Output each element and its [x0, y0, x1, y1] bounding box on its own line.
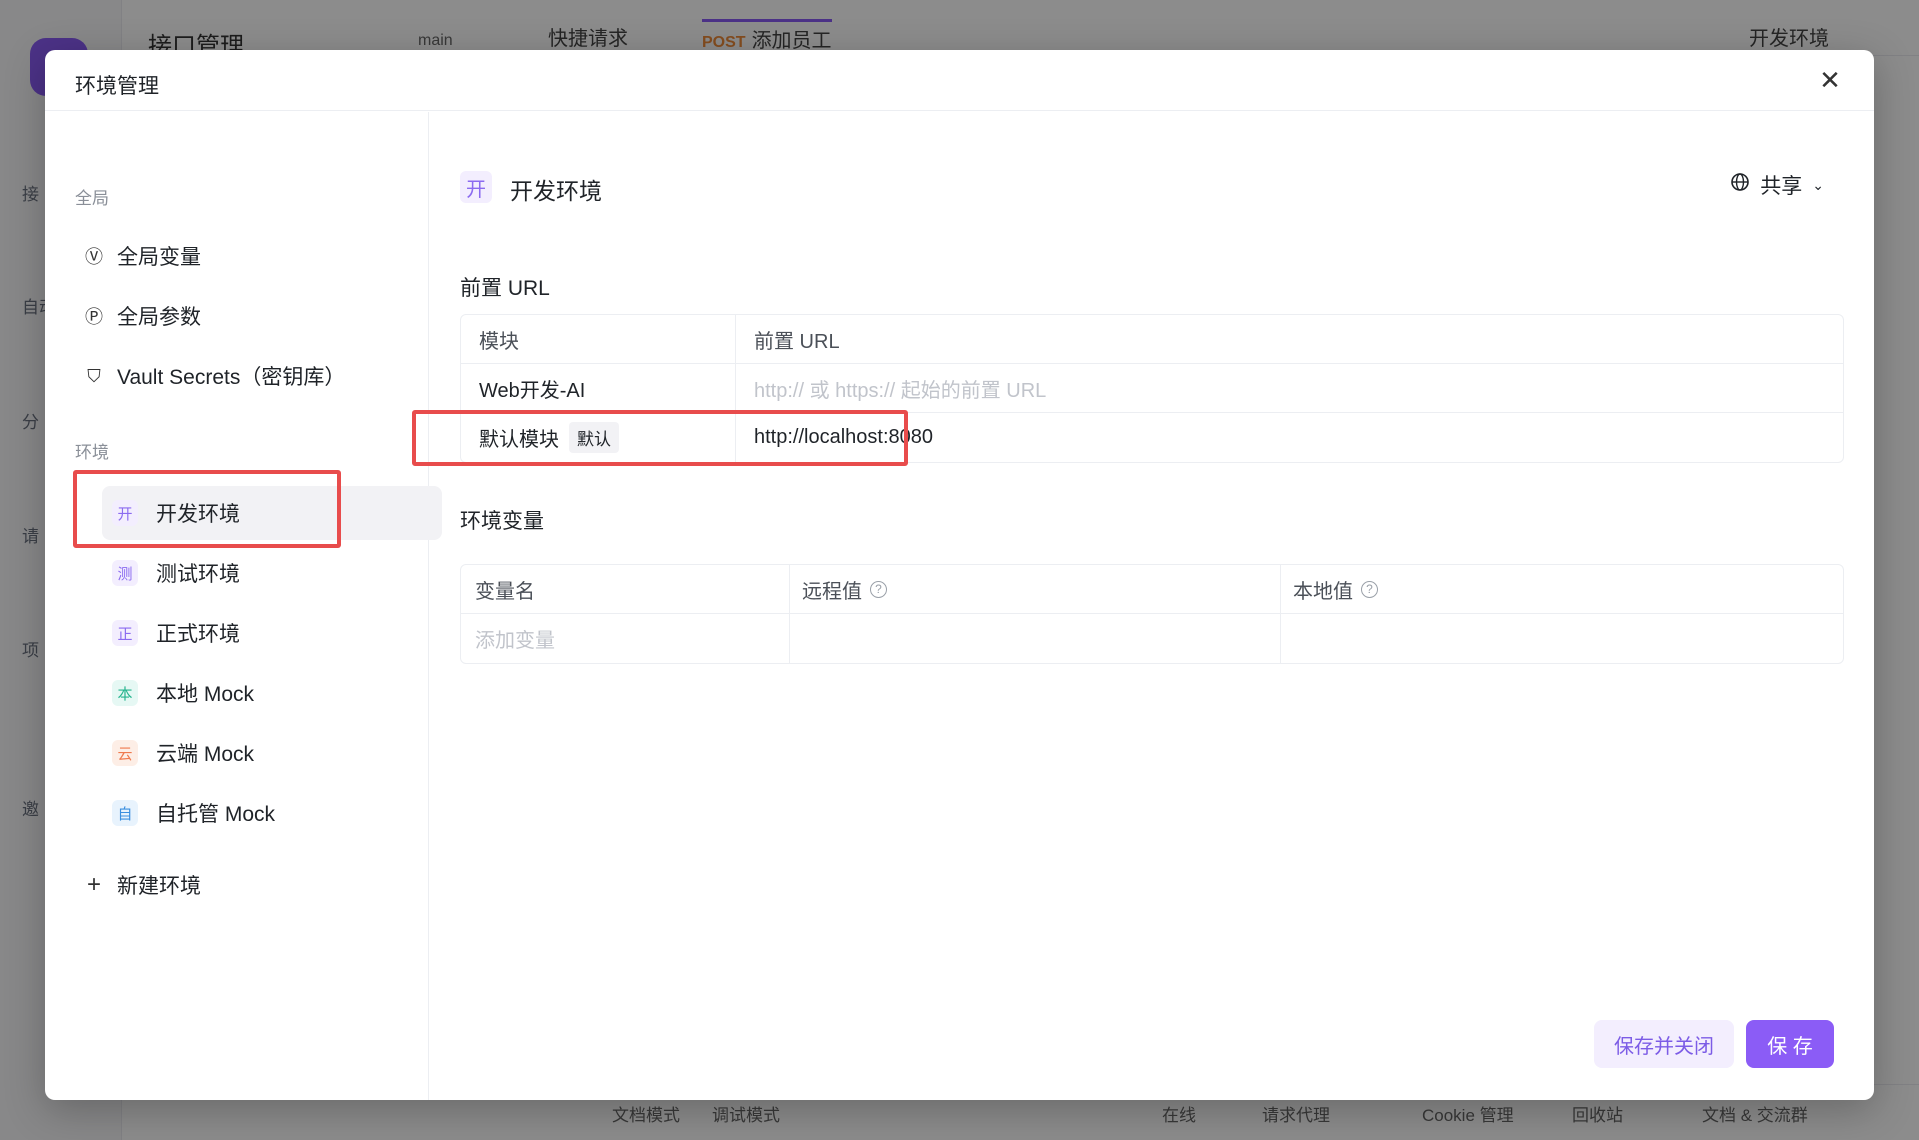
sidebar-item-vault-secrets[interactable]: ⛉ Vault Secrets（密钥库）	[81, 349, 401, 403]
env-item-production[interactable]: 正 正式环境	[102, 606, 442, 660]
table-header-cell: 本地值	[1293, 580, 1353, 603]
table-row: 默认模块 默认 http://localhost:8080	[461, 413, 1843, 462]
table-header-row: 变量名 远程值 ? 本地值 ?	[461, 565, 1843, 614]
env-item-dev[interactable]: 开 开发环境	[102, 486, 442, 540]
save-button[interactable]: 保 存	[1746, 1020, 1834, 1068]
remote-value-header: 远程值 ?	[790, 565, 1281, 613]
default-tag: 默认	[569, 422, 619, 453]
remote-value-input[interactable]	[790, 614, 1281, 663]
table-header-row: 模块 前置 URL	[461, 315, 1843, 364]
env-detail-panel: 开 开发环境 共享 ⌄ 前置 URL 模块 前置 URL Web开发-AI ht…	[412, 112, 1874, 1100]
prefix-url-input[interactable]: http://localhost:8080	[736, 413, 1843, 462]
env-badge: 正	[112, 620, 138, 646]
module-cell: 默认模块 默认	[461, 413, 736, 462]
env-name-title[interactable]: 开发环境	[510, 172, 602, 206]
add-variable-input[interactable]: 添加变量	[461, 614, 790, 663]
env-item-label: 自托管 Mock	[156, 803, 276, 826]
parameter-icon: Ⓟ	[85, 307, 103, 327]
help-icon[interactable]: ?	[1361, 580, 1378, 598]
sidebar-item-label: 全局变量	[117, 246, 201, 269]
environment-management-dialog: 环境管理 ✕ 全局 Ⓥ 全局变量 Ⓟ 全局参数 ⛉ Vault Secrets（…	[45, 50, 1874, 1100]
local-value-input[interactable]	[1281, 614, 1843, 663]
table-header-cell: 模块	[461, 315, 736, 363]
table-row: 添加变量	[461, 614, 1843, 663]
env-item-self-hosted-mock[interactable]: 自 自托管 Mock	[102, 786, 442, 840]
env-vars-title: 环境变量	[460, 510, 544, 533]
env-item-label: 测试环境	[156, 563, 240, 586]
env-group-label: 环境	[75, 443, 109, 462]
dialog-title: 环境管理	[75, 75, 159, 98]
env-item-label: 正式环境	[156, 623, 240, 646]
table-header-cell: 前置 URL	[754, 330, 840, 353]
prefix-url-table: 模块 前置 URL Web开发-AI http:// 或 https:// 起始…	[460, 314, 1844, 463]
table-header-cell: 远程值	[802, 580, 862, 603]
env-item-label: 云端 Mock	[156, 743, 255, 766]
table-row: Web开发-AI http:// 或 https:// 起始的前置 URL	[461, 364, 1843, 413]
sidebar-item-label: 全局参数	[117, 306, 201, 329]
env-badge: 云	[112, 740, 138, 766]
env-item-local-mock[interactable]: 本 本地 Mock	[102, 666, 442, 720]
env-vars-table: 变量名 远程值 ? 本地值 ? 添加变量	[460, 564, 1844, 664]
variable-icon: Ⓥ	[85, 247, 103, 267]
dialog-header: 环境管理 ✕	[45, 50, 1874, 111]
module-name: Web开发-AI	[461, 364, 736, 412]
share-label: 共享	[1760, 175, 1803, 198]
env-item-label: 开发环境	[156, 503, 240, 526]
sidebar-item-label: Vault Secrets（密钥库）	[117, 366, 346, 389]
env-badge: 自	[112, 800, 138, 826]
sidebar-item-global-parameters[interactable]: Ⓟ 全局参数	[81, 289, 401, 343]
plus-icon: +	[86, 871, 101, 898]
save-and-close-button[interactable]: 保存并关闭	[1594, 1020, 1734, 1068]
globe-icon	[1730, 172, 1750, 198]
table-header-cell: 变量名	[461, 565, 790, 613]
global-group-label: 全局	[75, 189, 109, 208]
close-icon[interactable]: ✕	[1814, 64, 1846, 96]
add-variable-placeholder: 添加变量	[475, 630, 555, 652]
new-environment-button[interactable]: + 新建环境	[81, 858, 401, 912]
env-item-test[interactable]: 测 测试环境	[102, 546, 442, 600]
local-value-header: 本地值 ?	[1281, 565, 1843, 613]
env-item-label: 本地 Mock	[156, 683, 255, 706]
prefix-url-input[interactable]: http:// 或 https:// 起始的前置 URL	[736, 364, 1843, 412]
new-environment-label: 新建环境	[117, 875, 201, 898]
shield-icon: ⛉	[87, 365, 101, 386]
env-badge: 测	[112, 560, 138, 586]
prefix-url-title: 前置 URL	[460, 277, 550, 300]
sidebar-item-global-variables[interactable]: Ⓥ 全局变量	[81, 229, 401, 283]
env-badge: 开	[460, 171, 492, 203]
env-sidebar: 全局 Ⓥ 全局变量 Ⓟ 全局参数 ⛉ Vault Secrets（密钥库） 环境…	[45, 112, 442, 1100]
env-badge: 开	[112, 500, 138, 526]
help-icon[interactable]: ?	[870, 580, 887, 598]
env-badge: 本	[112, 680, 138, 706]
share-dropdown[interactable]: 共享 ⌄	[1730, 170, 1824, 200]
chevron-down-icon: ⌄	[1812, 176, 1824, 193]
prefix-url-placeholder: http:// 或 https:// 起始的前置 URL	[754, 379, 1047, 402]
env-item-cloud-mock[interactable]: 云 云端 Mock	[102, 726, 442, 780]
module-name: 默认模块	[479, 429, 559, 451]
